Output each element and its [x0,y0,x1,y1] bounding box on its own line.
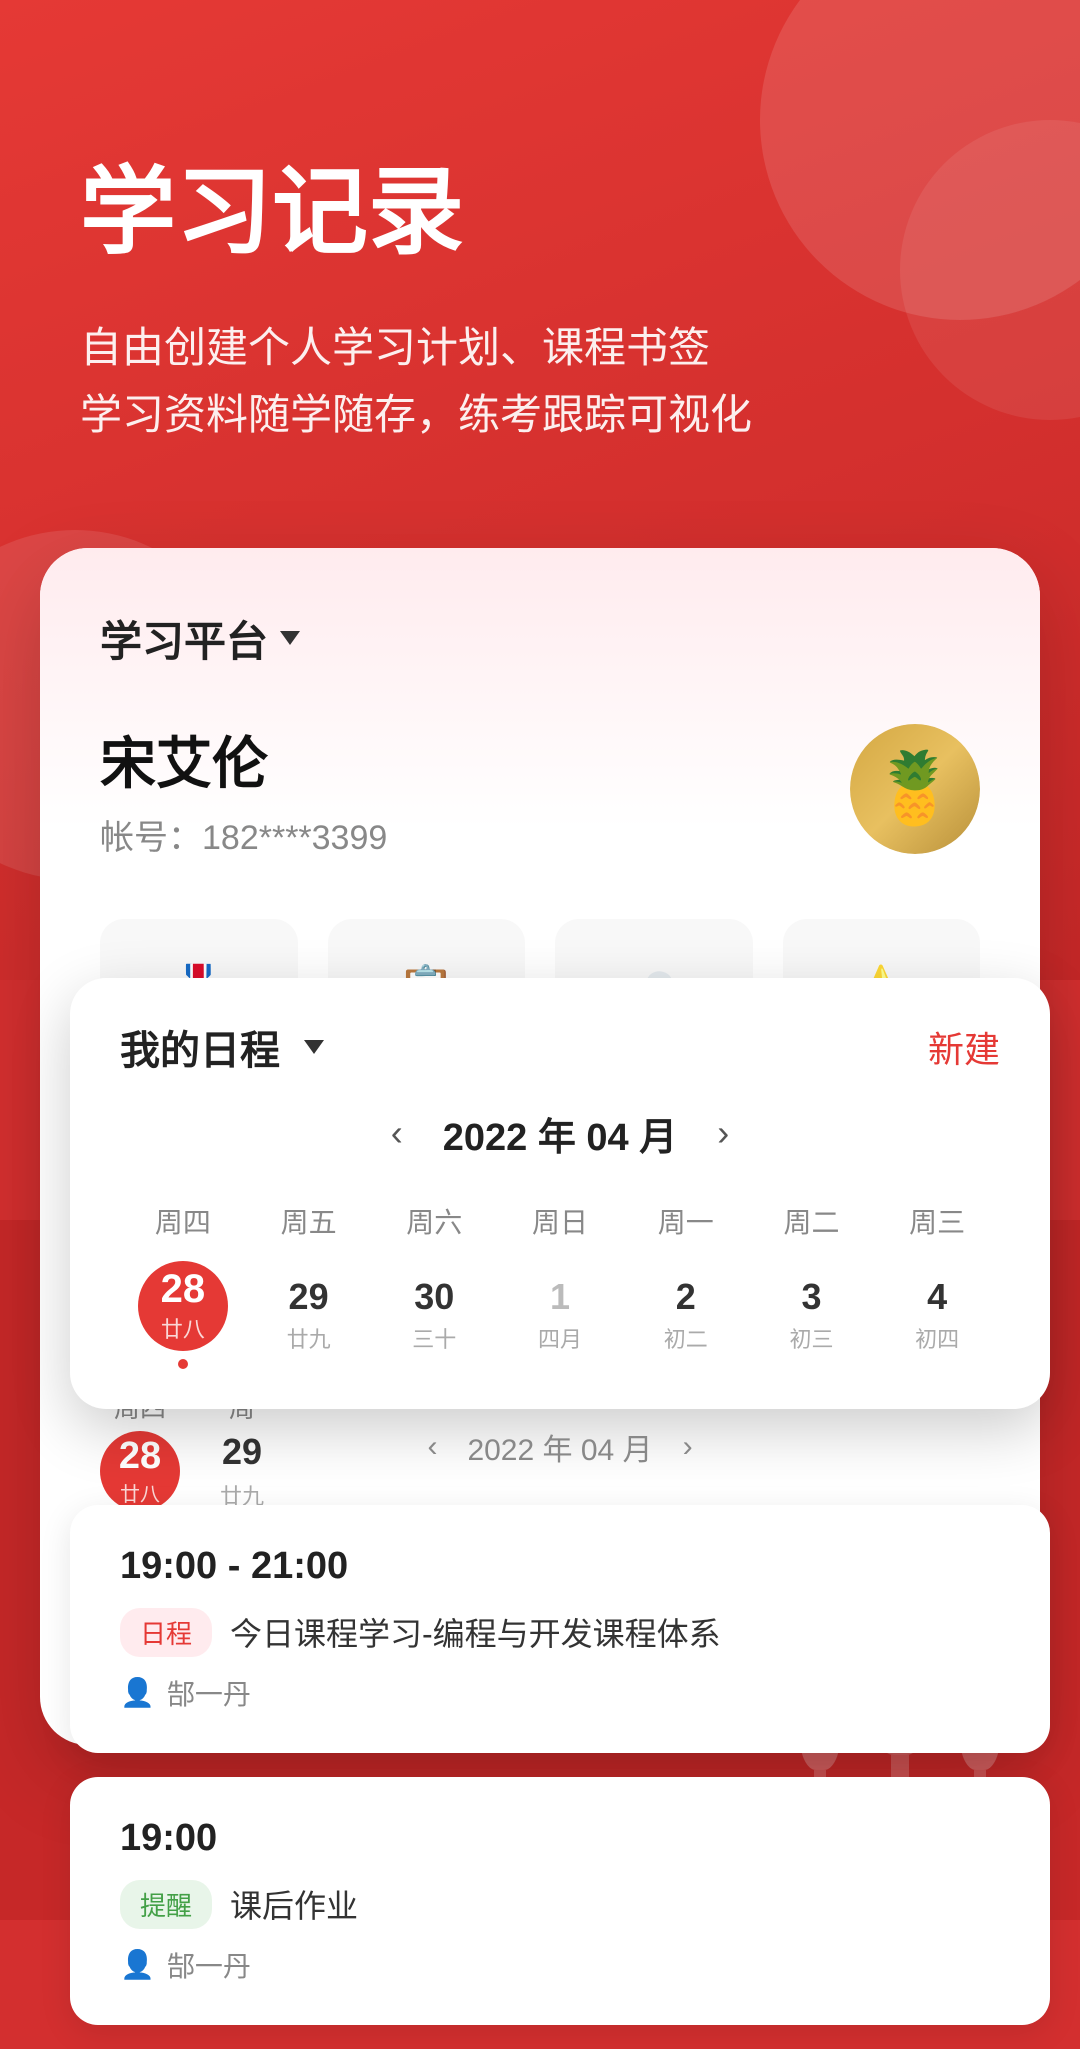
avatar[interactable]: 🍍 [850,724,980,854]
avatar-image: 🍍 [850,724,980,854]
date-29-sub: 廿九 [287,1322,331,1354]
event-2-user-row: 👤 郜一丹 [120,1945,1000,1985]
event-1-user-icon: 👤 [120,1676,155,1709]
new-schedule-button[interactable]: 新建 [928,1021,1000,1073]
event-1-user-row: 👤 郜一丹 [120,1673,1000,1713]
profile-account: 帐号：182****3399 [100,810,387,859]
date-28-dot [178,1359,188,1369]
date-row: 28 廿八 29 廿九 30 三十 [120,1261,1000,1369]
month-nav: ‹ 2022 年 04 月 › [120,1106,1000,1161]
schedule-popup-card: 我的日程 新建 ‹ 2022 年 04 月 › 周四 周五 [70,978,1050,1409]
dropdown-arrow-icon[interactable] [280,631,300,645]
app-wrapper: 学习记录 自由创建个人学习计划、课程书签 学习资料随学随存，练考跟踪可视化 学习… [0,0,1080,1920]
event-2-username: 郜一丹 [167,1945,251,1985]
date-30-sub: 三十 [412,1322,456,1354]
date-cell-3[interactable]: 3 初三 [749,1276,875,1354]
date-3-sub: 初三 [789,1322,833,1354]
schedule-card-header: 我的日程 新建 [120,1018,1000,1076]
weekday-sun: 周日 [497,1201,623,1241]
schedule-card-title-text: 我的日程 [120,1018,280,1076]
hero-subtitle: 自由创建个人学习计划、课程书签 学习资料随学随存，练考跟踪可视化 [80,314,1000,448]
weekday-wed: 周三 [874,1201,1000,1241]
date-cell-28[interactable]: 28 廿八 [120,1261,246,1369]
date-1-sub: 四月 [538,1322,582,1354]
hero-subtitle-line2: 学习资料随学随存，练考跟踪可视化 [80,381,1000,448]
profile-info: 宋艾伦 帐号：182****3399 [100,719,387,859]
date-2-num: 2 [676,1276,696,1318]
month-secondary-nav: ‹ 2022 年 04 月 › [70,1409,1050,1485]
popup-overlay: 我的日程 新建 ‹ 2022 年 04 月 › 周四 周五 [70,978,1050,2049]
schedule-card-title: 我的日程 [120,1018,324,1076]
event-2-user-icon: 👤 [120,1948,155,1981]
date-cell-4[interactable]: 4 初四 [874,1276,1000,1354]
schedule-card-dropdown-icon[interactable] [304,1040,324,1054]
date-4-num: 4 [927,1276,947,1318]
next-month-button[interactable]: › [717,1112,729,1154]
weekday-fri: 周五 [246,1201,372,1241]
profile-name: 宋艾伦 [100,719,387,800]
month-sec-text: 2022 年 04 月 [467,1425,652,1469]
month-display: 2022 年 04 月 [443,1106,677,1161]
event-2-desc: 课后作业 [230,1881,358,1927]
date-30-num: 30 [414,1276,454,1318]
hero-title: 学习记录 [80,160,1000,266]
month-sec-prev[interactable]: ‹ [427,1430,437,1464]
event-2-row: 提醒 课后作业 [120,1880,1000,1929]
month-sec-next[interactable]: › [683,1430,693,1464]
date-28-num: 28 [161,1267,206,1312]
weekday-mon: 周一 [623,1201,749,1241]
hero-subtitle-line1: 自由创建个人学习计划、课程书签 [80,314,1000,381]
prev-month-button[interactable]: ‹ [391,1112,403,1154]
platform-header[interactable]: 学习平台 [100,608,980,669]
date-cell-2[interactable]: 2 初二 [623,1276,749,1354]
date-1-num: 1 [550,1276,570,1318]
profile-row: 宋艾伦 帐号：182****3399 🍍 [100,719,980,859]
date-cell-29[interactable]: 29 廿九 [246,1276,372,1354]
event-card-2[interactable]: 19:00 提醒 课后作业 👤 郜一丹 [70,1777,1050,2025]
date-3-num: 3 [801,1276,821,1318]
event-2-time: 19:00 [120,1817,1000,1860]
event-2-badge: 提醒 [120,1880,212,1929]
event-1-desc: 今日课程学习-编程与开发课程体系 [230,1609,721,1655]
date-2-sub: 初二 [664,1322,708,1354]
date-28-circle: 28 廿八 [138,1261,228,1351]
event-1-badge: 日程 [120,1608,212,1657]
date-29-num: 29 [289,1276,329,1318]
di-ai-badge: DI Ai [865,1565,1020,1640]
platform-title: 学习平台 [100,608,268,669]
weekday-thu: 周四 [120,1201,246,1241]
week-labels-row: 周四 周五 周六 周日 周一 周二 周三 [120,1201,1000,1241]
weekday-tue: 周二 [749,1201,875,1241]
hero-section: 学习记录 自由创建个人学习计划、课程书签 学习资料随学随存，练考跟踪可视化 [0,0,1080,448]
event-1-username: 郜一丹 [167,1673,251,1713]
date-4-sub: 初四 [915,1322,959,1354]
date-28-sub: 廿八 [161,1312,205,1344]
weekday-sat: 周六 [371,1201,497,1241]
date-cell-30[interactable]: 30 三十 [371,1276,497,1354]
date-cell-1[interactable]: 1 四月 [497,1276,623,1354]
